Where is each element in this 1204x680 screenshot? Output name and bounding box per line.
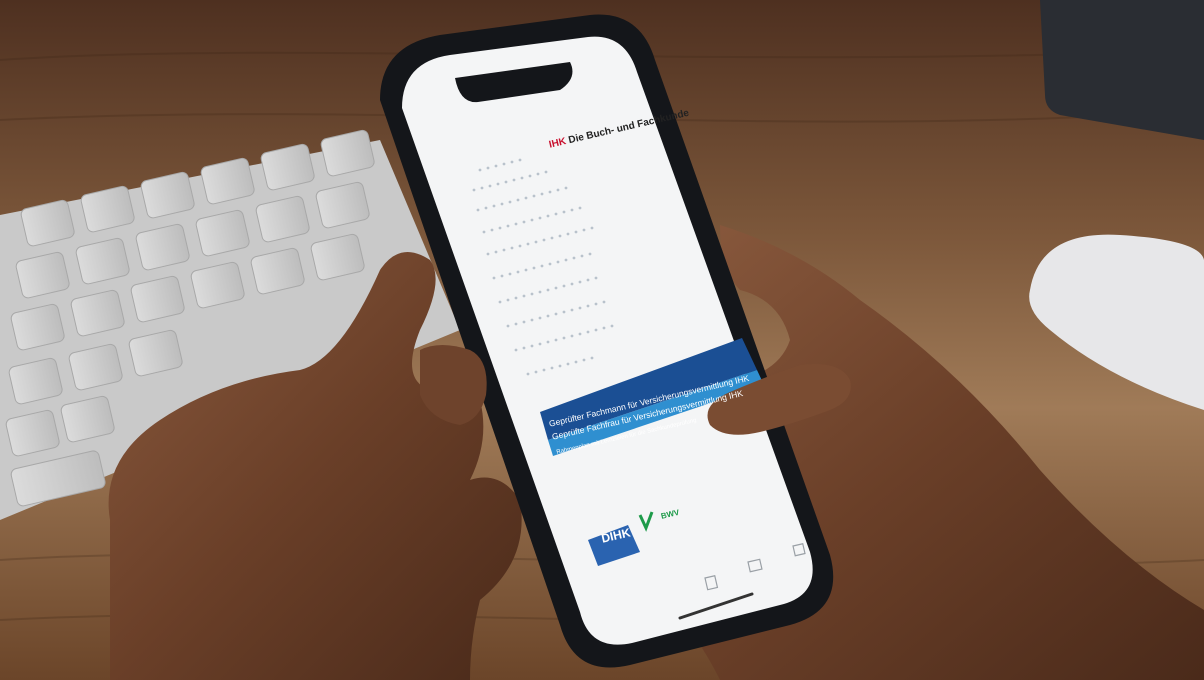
photo-scene: IHK Die Buch- und Fachkunde Geprüfter Fa…: [0, 0, 1204, 680]
photo-background: [0, 0, 1204, 680]
